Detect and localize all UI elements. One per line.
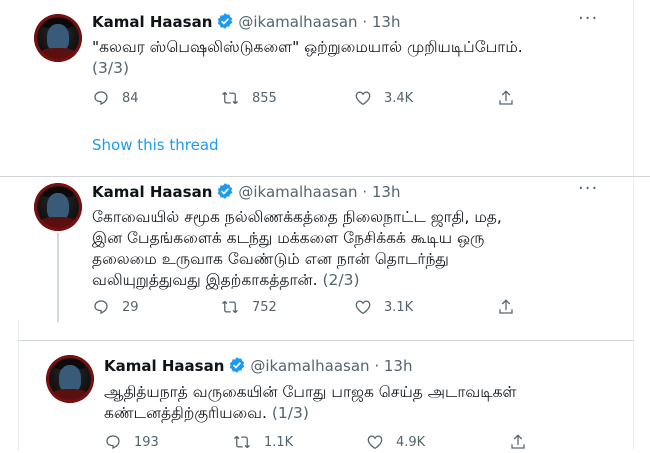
tweet-timestamp[interactable]: 13h [372,183,401,201]
reply-button[interactable]: 84 [92,89,139,107]
tweet-text-line: தலைமை உருவாக வேண்டும் என நான் தொடர்ந்து [92,250,449,268]
like-count: 3.4K [384,90,414,106]
avatar[interactable] [34,14,82,62]
retweet-count: 752 [252,299,277,315]
author-handle[interactable]: @ikamalhaasan [238,13,357,31]
show-thread-link[interactable]: Show this thread [92,136,219,154]
tweet-timestamp[interactable]: 13h [372,13,401,31]
tweet-1-of-3[interactable]: Kamal Haasan @ikamalhaasan · 13h ஆதித்யநா… [0,341,650,450]
share-icon [511,434,525,449]
like-icon [367,435,383,450]
reply-count: 84 [122,90,139,106]
avatar[interactable] [46,355,94,403]
tweet-text-line: கண்டனத்திற்குரியவை. [104,404,267,422]
tweet-text-line: கோவையில் சமூக நல்லிணக்கத்தை நிலைநாட்ட ஜா… [92,208,502,226]
thread-connector-line [57,233,59,322]
more-options-icon[interactable]: ··· [578,8,598,29]
like-button[interactable]: 3.1K [354,298,413,316]
share-button[interactable] [497,298,527,316]
author-name[interactable]: Kamal Haasan [92,183,212,201]
reply-icon [106,435,120,449]
more-options-icon[interactable]: ··· [578,178,598,199]
retweet-button[interactable]: 1.1K [232,433,293,451]
retweet-icon [222,300,238,314]
like-button[interactable]: 3.4K [354,89,413,107]
retweet-count: 1.1K [264,434,294,450]
tweet-text-line: வலியுறுத்துவது இதற்காகத்தான். [92,271,318,289]
like-button[interactable]: 4.9K [366,433,425,451]
thread-counter: (1/3) [271,404,309,422]
retweet-count: 855 [252,90,277,106]
tweet-3-of-3[interactable]: Kamal Haasan @ikamalhaasan · 13h ··· "கலவ… [0,0,650,178]
author-name[interactable]: Kamal Haasan [92,13,212,31]
avatar[interactable] [34,183,82,231]
share-icon [499,299,513,314]
author-handle[interactable]: @ikamalhaasan [238,183,357,201]
reply-count: 193 [134,434,159,450]
thread-counter: (2/3) [322,271,360,289]
tweet-text-line: ஆதித்யநாத் வருகையின் போது பாஜக செய்த அடா… [104,383,517,401]
reply-icon [94,300,108,314]
reply-count: 29 [122,299,139,315]
retweet-icon [222,91,238,105]
retweet-button[interactable]: 752 [220,298,277,316]
tweet-text-line: "கலவர ஸ்பெஷலிஸ்டுகளை" ஒற்றுமையால் முறியட… [92,38,523,56]
tweet-2-of-3[interactable]: Kamal Haasan @ikamalhaasan · 13h ··· கோவை… [0,177,650,322]
verified-badge-icon [216,182,234,205]
like-icon [355,91,371,106]
verified-badge-icon [216,12,234,35]
reply-icon [94,91,108,105]
like-count: 3.1K [384,299,414,315]
author-name[interactable]: Kamal Haasan [104,357,224,375]
verified-badge-icon [228,356,246,379]
like-icon [355,300,371,315]
share-button[interactable] [497,89,527,107]
share-button[interactable] [509,433,539,451]
thread-counter: (3/3) [92,59,130,77]
reply-button[interactable]: 29 [92,298,139,316]
retweet-button[interactable]: 855 [220,89,277,107]
like-count: 4.9K [396,434,426,450]
tweet-timestamp[interactable]: 13h [384,357,413,375]
author-handle[interactable]: @ikamalhaasan [250,357,369,375]
retweet-icon [234,435,250,449]
reply-button[interactable]: 193 [104,433,159,451]
tweet-text-line: இன பேதங்களைக் கடந்து மக்களை நேசிக்கக் கூ… [92,229,485,247]
share-icon [499,90,513,105]
